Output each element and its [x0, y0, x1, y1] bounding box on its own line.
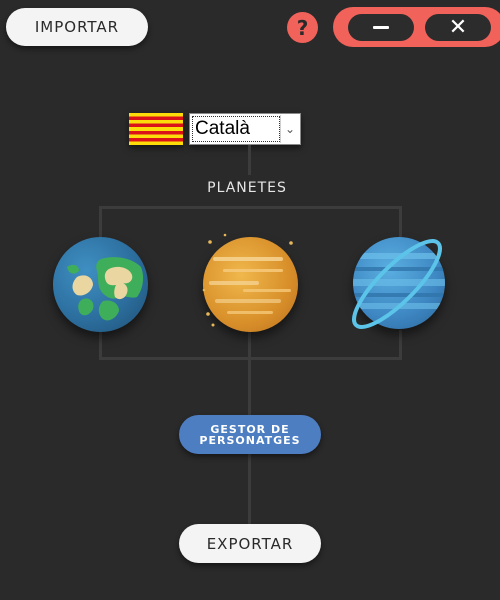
chevron-down-icon[interactable]: ⌄ — [280, 115, 299, 143]
connector-line — [99, 206, 102, 240]
close-icon: ✕ — [448, 14, 468, 40]
earth-icon[interactable] — [53, 237, 148, 332]
connector-line — [248, 330, 251, 415]
window-controls: ✕ — [333, 7, 500, 47]
help-button[interactable]: ? — [287, 12, 318, 43]
connector-line — [99, 206, 402, 209]
catalan-flag-icon — [129, 113, 183, 145]
earth-illustration — [67, 257, 144, 321]
language-selected-value: Català — [192, 116, 280, 142]
connector-line — [248, 454, 251, 524]
character-manager-label: GESTOR DE PERSONATGES — [199, 422, 301, 447]
connector-line — [248, 145, 251, 175]
app-window: IMPORTAR ? ✕ Català ⌄ PLANETES GESTOR DE… — [0, 0, 500, 600]
export-button[interactable]: EXPORTAR — [179, 524, 321, 563]
neptune-ring — [352, 239, 442, 329]
character-manager-button[interactable]: GESTOR DE PERSONATGES — [179, 415, 321, 454]
import-button[interactable]: IMPORTAR — [6, 8, 148, 46]
language-select[interactable]: Català ⌄ — [189, 113, 301, 145]
connector-line — [99, 330, 102, 360]
close-button[interactable]: ✕ — [425, 14, 491, 41]
venus-dust-particles — [202, 233, 293, 327]
minimize-icon — [373, 26, 389, 29]
minimize-button[interactable] — [348, 14, 414, 41]
planets-title: PLANETES — [207, 180, 287, 196]
